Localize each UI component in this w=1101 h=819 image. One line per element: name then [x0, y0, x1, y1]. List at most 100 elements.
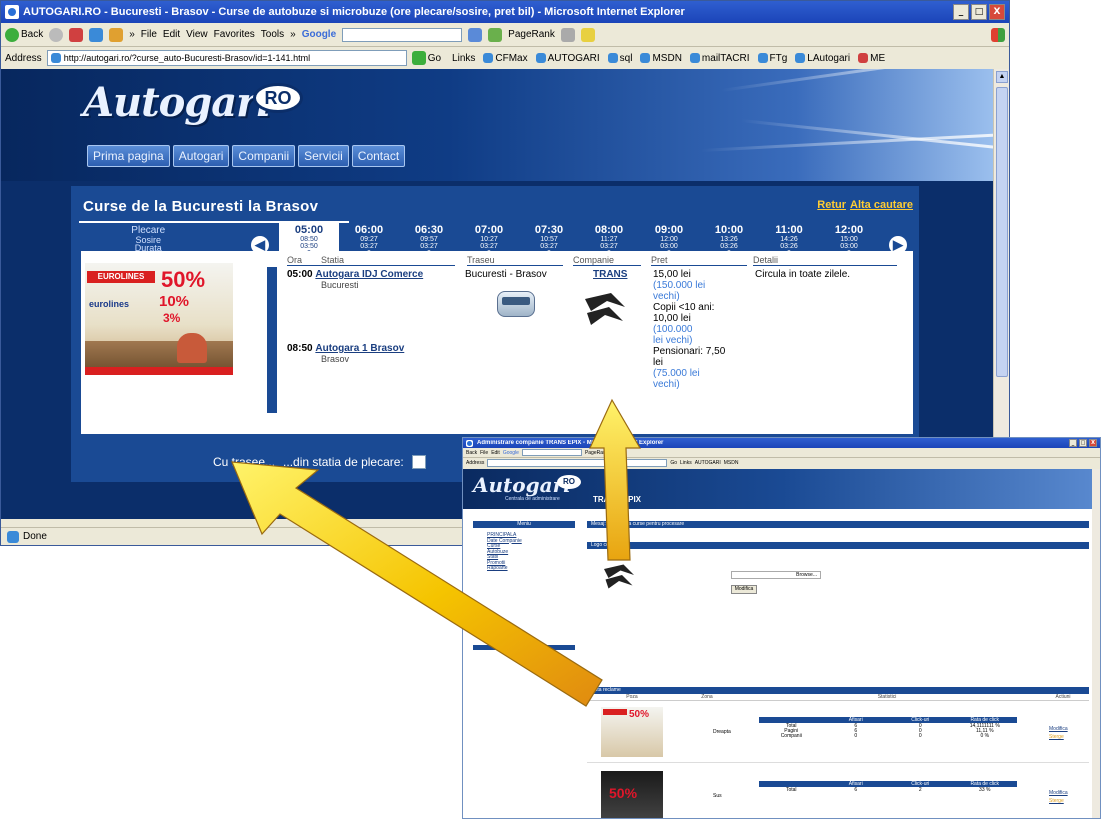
link-autogari[interactable]: AUTOGARI: [695, 460, 721, 466]
home-icon[interactable]: [109, 27, 124, 42]
scroll-up-icon[interactable]: ▲: [996, 71, 1008, 83]
admin-scrollbar[interactable]: [1092, 469, 1100, 818]
ad-thumbnail[interactable]: 50%: [601, 771, 663, 818]
maximize-button[interactable]: □: [971, 4, 987, 20]
admin-logo[interactable]: Autogari: [473, 473, 571, 497]
close-button[interactable]: X: [989, 4, 1005, 20]
forward-icon[interactable]: [49, 27, 64, 42]
pret-line: 15,00 lei: [653, 269, 691, 280]
google-toolbar-label[interactable]: Google: [503, 450, 519, 456]
col-pret: Pret: [651, 255, 668, 265]
menu-edit[interactable]: Edit: [163, 29, 180, 40]
back-button[interactable]: Back: [5, 27, 43, 42]
address-label: Address: [466, 460, 485, 466]
ads-table: Lista reclame Poza Zona Statistici Actiu…: [587, 687, 1089, 818]
logo-file-input[interactable]: Browse...: [731, 571, 821, 579]
pret-line: lei vechi): [653, 335, 693, 346]
nav-prima-pagina[interactable]: Prima pagina: [87, 145, 170, 167]
link-mail[interactable]: mailTACRI: [689, 53, 750, 64]
nav-companii[interactable]: Companii: [232, 145, 296, 167]
google-search-input[interactable]: [342, 27, 463, 42]
site-header: Autogari RO Prima pagina Autogari Compan…: [1, 69, 995, 181]
scroll-thumb[interactable]: [996, 87, 1008, 377]
stop-link[interactable]: Autogara IDJ Comerce: [315, 269, 423, 280]
bottom-filter: Cu trasee... ...din statia de plecare:: [213, 455, 426, 469]
arr-time: 13:26: [720, 236, 738, 243]
settings-icon[interactable]: [560, 27, 575, 42]
th-poza: Poza: [626, 694, 638, 700]
link-msdn[interactable]: MSDN: [724, 460, 739, 466]
minimize-button[interactable]: _: [953, 4, 969, 20]
address-input[interactable]: http://autogari.ro/?curse_auto-Bucuresti…: [46, 50, 407, 66]
sterge-link[interactable]: Sterge: [1049, 797, 1068, 805]
link-ftg[interactable]: FTg: [757, 53, 787, 64]
link-cfmax[interactable]: CFMax: [483, 53, 528, 64]
menu-tools[interactable]: Tools: [261, 29, 284, 40]
link-lautogari[interactable]: LAutogari: [795, 53, 850, 64]
admin-address-input[interactable]: [487, 459, 668, 467]
maximize-button[interactable]: □: [1079, 439, 1087, 447]
close-button[interactable]: X: [1089, 439, 1097, 447]
toolbar-chevron[interactable]: »: [129, 29, 135, 40]
companie-link[interactable]: TRANS: [593, 269, 627, 280]
stats-row: Companii 0 0 0 %: [759, 733, 1017, 739]
refresh-icon[interactable]: [89, 27, 104, 42]
menu-favorites[interactable]: Favorites: [214, 29, 255, 40]
ad-banner[interactable]: EUROLINES 50% eurolines 10% 3%: [85, 263, 233, 375]
nav-servicii[interactable]: Servicii: [298, 145, 349, 167]
link-label: sql: [619, 52, 633, 64]
modifica-link[interactable]: Modifica: [1049, 789, 1068, 797]
link-autogari[interactable]: AUTOGARI: [535, 52, 600, 64]
link-label: AUTOGARI: [547, 52, 600, 64]
stats-row: Total 6 2 33 %: [759, 787, 1017, 793]
google-search-input[interactable]: [521, 449, 582, 456]
minimize-button[interactable]: _: [1069, 439, 1077, 447]
retur-link[interactable]: Retur: [817, 199, 847, 211]
stop-link[interactable]: Autogara 1 Brasov: [315, 343, 404, 354]
arr-time: 15:00: [840, 236, 858, 243]
stats-cell: Total: [785, 787, 797, 793]
menu-item[interactable]: Rapoarte: [487, 565, 561, 572]
pagerank-label: PageRank: [508, 29, 555, 40]
table-row: 50% Dreapta Afisari Click-uri Rata de clic…: [587, 703, 1089, 763]
menu-file[interactable]: File: [141, 29, 157, 40]
search-icon[interactable]: [468, 27, 483, 42]
page-done-icon: [7, 530, 19, 543]
menu-view[interactable]: View: [186, 29, 208, 40]
company-logo-icon: [604, 564, 634, 589]
nav-autogari[interactable]: Autogari: [172, 145, 230, 167]
nav-contact[interactable]: Contact: [351, 145, 406, 167]
traseu-value: Bucuresti - Brasov: [465, 269, 547, 280]
go-label: Go: [427, 52, 442, 64]
link-me[interactable]: ME: [858, 53, 885, 64]
go-arrow-icon: [411, 51, 426, 65]
window-titlebar: AUTOGARI.RO - Bucuresti - Brasov - Curse…: [1, 1, 1009, 23]
go-button[interactable]: Go: [670, 460, 677, 466]
alta-cautare-link[interactable]: Alta cautare: [850, 199, 913, 211]
speed-line: [720, 69, 995, 92]
sidebar-separator: [473, 645, 575, 650]
col-traseu: Traseu: [467, 255, 495, 265]
menu-chevron[interactable]: »: [290, 29, 296, 40]
modifica-link[interactable]: Modifica: [1049, 725, 1068, 733]
menu-edit[interactable]: Edit: [491, 450, 500, 456]
admin-sidebar: Meniu PRINCIPALA Date Companie Curse Aut…: [473, 521, 575, 681]
stats-cell: 33 %: [979, 787, 991, 793]
back-button[interactable]: Back: [466, 450, 477, 456]
sterge-link[interactable]: Sterge: [1049, 733, 1068, 741]
stop-icon[interactable]: [69, 27, 84, 42]
highlight-icon[interactable]: [580, 27, 595, 42]
site-logo[interactable]: Autogari: [83, 79, 271, 126]
ad-thumbnail[interactable]: 50%: [601, 707, 663, 757]
results-title: Curse de la Bucuresti la Brasov: [83, 198, 319, 215]
menu-file[interactable]: File: [480, 450, 488, 456]
link-msdn[interactable]: MSDN: [640, 53, 682, 64]
filter-select[interactable]: [411, 455, 426, 469]
modifica-button[interactable]: Modifica: [731, 585, 757, 594]
dep-time: 05:00: [294, 224, 324, 236]
go-button[interactable]: Go: [411, 51, 442, 65]
google-toolbar-label[interactable]: Google: [302, 29, 336, 40]
link-sql[interactable]: sql: [607, 52, 633, 64]
pret-line: lei: [653, 357, 664, 368]
admin-browser-window: Administrare companie TRANS EPIX - Micro…: [462, 437, 1101, 819]
